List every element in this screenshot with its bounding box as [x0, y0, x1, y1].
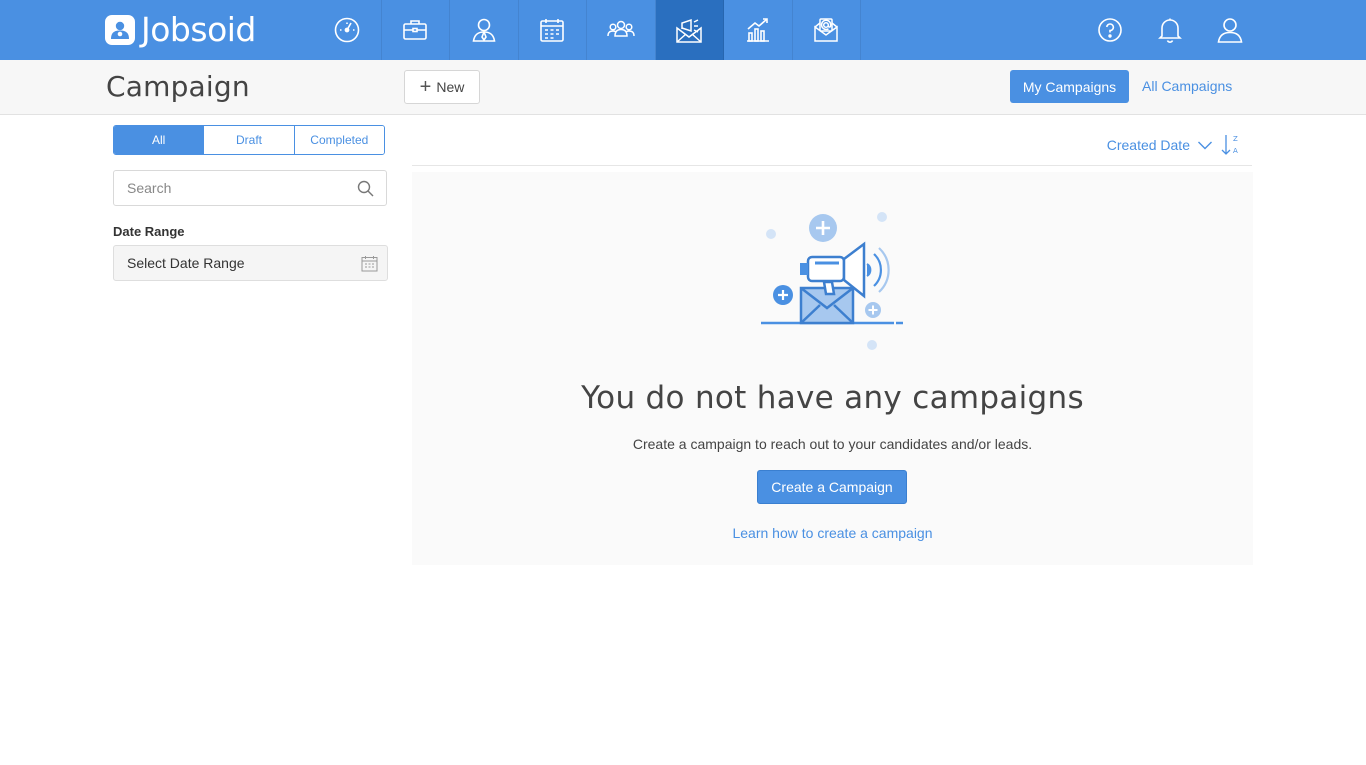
main-nav — [313, 0, 861, 60]
candidate-user-icon — [472, 18, 496, 42]
sort-field-label[interactable]: Created Date — [1107, 137, 1190, 153]
sort-order-icon[interactable]: Z A — [1220, 133, 1242, 157]
search-input[interactable] — [127, 171, 347, 205]
top-navigation-bar: Jobsoid — [0, 0, 1366, 60]
date-range-label: Date Range — [113, 224, 185, 239]
nav-campaigns[interactable] — [655, 0, 724, 60]
nav-jobs[interactable] — [382, 0, 450, 60]
nav-dashboard[interactable] — [313, 0, 382, 60]
create-campaign-button[interactable]: Create a Campaign — [757, 470, 907, 504]
tab-completed[interactable]: Completed — [293, 126, 384, 154]
empty-state-subtitle: Create a campaign to reach out to your c… — [632, 436, 1033, 452]
my-campaigns-button[interactable]: My Campaigns — [1010, 70, 1129, 103]
calendar-icon — [540, 19, 565, 42]
nav-talent-pool[interactable] — [587, 0, 656, 60]
notifications-button[interactable] — [1140, 0, 1200, 60]
email-at-icon — [814, 18, 838, 42]
plus-icon: + — [419, 76, 432, 98]
learn-create-campaign-link[interactable]: Learn how to create a campaign — [412, 525, 1253, 541]
briefcase-icon — [403, 20, 428, 40]
date-range-picker[interactable]: Select Date Range — [113, 245, 388, 281]
tab-all[interactable]: All — [114, 126, 204, 154]
page-title: Campaign — [106, 70, 250, 103]
svg-text:A: A — [1233, 147, 1238, 155]
all-campaigns-link[interactable]: All Campaigns — [1142, 78, 1232, 94]
reports-chart-icon — [746, 18, 769, 42]
tab-draft[interactable]: Draft — [203, 126, 294, 154]
jobsoid-logo[interactable]: Jobsoid — [105, 12, 256, 48]
search-icon[interactable] — [357, 180, 374, 197]
campaign-megaphone-illustration — [761, 212, 903, 350]
date-range-value: Select Date Range — [127, 255, 245, 271]
svg-text:Z: Z — [1233, 135, 1238, 143]
nav-candidates[interactable] — [450, 0, 519, 60]
dashboard-gauge-icon — [334, 17, 360, 43]
calendar-icon — [361, 256, 378, 272]
chevron-down-icon[interactable] — [1197, 137, 1213, 153]
profile-icon — [1217, 18, 1243, 43]
new-campaign-button[interactable]: + New — [404, 70, 480, 104]
help-icon — [1098, 18, 1122, 42]
people-group-icon — [607, 20, 635, 37]
page-header: Campaign + New My Campaigns All Campaign… — [0, 60, 1366, 115]
campaign-megaphone-icon — [676, 18, 702, 43]
brand-name: Jobsoid — [141, 10, 256, 49]
new-button-label: New — [436, 79, 465, 95]
nav-calendar[interactable] — [519, 0, 587, 60]
help-button[interactable] — [1080, 0, 1140, 60]
nav-email[interactable] — [793, 0, 861, 60]
empty-state-panel: You do not have any campaigns Create a c… — [412, 172, 1253, 565]
profile-button[interactable] — [1200, 0, 1260, 60]
nav-reports[interactable] — [724, 0, 793, 60]
sort-bar: Created Date Z A — [412, 125, 1252, 166]
search-box — [113, 170, 387, 206]
status-filter-tabs: All Draft Completed — [113, 125, 385, 155]
bell-icon — [1158, 18, 1182, 43]
jobsoid-logo-mark — [105, 15, 135, 45]
empty-state-title: You do not have any campaigns — [581, 380, 1084, 416]
